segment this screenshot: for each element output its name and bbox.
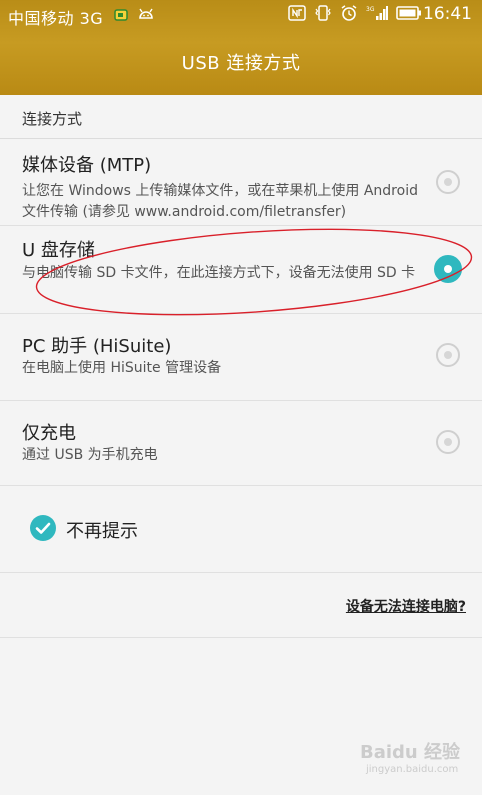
option-description: 让您在 Windows 上传输媒体文件，或在苹果机上使用 Android 文件传… bbox=[22, 183, 418, 220]
watermark-sub: jingyan.baidu.com bbox=[366, 764, 459, 775]
section-header: 连接方式 bbox=[0, 95, 482, 139]
cannot-connect-link[interactable]: 设备无法连接电脑? bbox=[346, 596, 466, 616]
network-type-label: 3G bbox=[79, 9, 104, 28]
option-name: U 盘存储 bbox=[22, 240, 95, 261]
signal-icon: 3G bbox=[366, 6, 388, 20]
radio-usb-storage[interactable] bbox=[434, 255, 462, 283]
checkmark-icon bbox=[35, 522, 51, 534]
dont-remind-row[interactable]: 不再提示 bbox=[0, 486, 482, 573]
option-description: 在电脑上使用 HiSuite 管理设备 bbox=[22, 360, 222, 376]
nfc-icon bbox=[288, 5, 306, 21]
android-icon bbox=[139, 8, 153, 19]
option-mtp[interactable]: 媒体设备 (MTP) 让您在 Windows 上传输媒体文件，或在苹果机上使用 … bbox=[0, 139, 482, 226]
status-bar: 中国移动 3G 3G 16:41 bbox=[0, 0, 482, 30]
option-usb-storage[interactable]: U 盘存储 与电脑传输 SD 卡文件，在此连接方式下，设备无法使用 SD 卡 bbox=[0, 226, 482, 314]
radio-charge-only[interactable] bbox=[436, 430, 460, 454]
page-title: USB 连接方式 bbox=[181, 53, 301, 74]
sim-icon bbox=[114, 9, 128, 21]
option-charge-only[interactable]: 仅充电 通过 USB 为手机充电 bbox=[0, 401, 482, 486]
battery-icon bbox=[396, 6, 421, 20]
option-name: PC 助手 (HiSuite) bbox=[22, 336, 172, 357]
option-name: 仅充电 bbox=[22, 423, 76, 444]
clock: 16:41 bbox=[423, 4, 472, 24]
dont-remind-label: 不再提示 bbox=[66, 521, 138, 542]
svg-text:3G: 3G bbox=[366, 6, 375, 13]
carrier-label: 中国移动 bbox=[8, 9, 75, 28]
title-bar: 中国移动 3G 3G 16:41 USB 连接方式 bbox=[0, 0, 482, 95]
option-description: 与电脑传输 SD 卡文件，在此连接方式下，设备无法使用 SD 卡 bbox=[22, 265, 416, 281]
section-label: 连接方式 bbox=[22, 110, 83, 128]
radio-mtp[interactable] bbox=[436, 170, 460, 194]
alarm-icon bbox=[341, 5, 357, 21]
vibrate-icon bbox=[315, 5, 331, 21]
radio-hisuite[interactable] bbox=[436, 343, 460, 367]
option-description: 通过 USB 为手机充电 bbox=[22, 447, 158, 463]
option-hisuite[interactable]: PC 助手 (HiSuite) 在电脑上使用 HiSuite 管理设备 bbox=[0, 314, 482, 401]
dont-remind-checkbox[interactable] bbox=[30, 515, 56, 541]
watermark: Baidu 经验 jingyan.baidu.com bbox=[360, 738, 460, 775]
settings-panel: 连接方式 媒体设备 (MTP) 让您在 Windows 上传输媒体文件，或在苹果… bbox=[0, 95, 482, 795]
help-row: 设备无法连接电脑? bbox=[0, 573, 482, 638]
option-name: 媒体设备 (MTP) bbox=[22, 155, 152, 176]
watermark-text: Baidu 经验 bbox=[360, 742, 461, 763]
